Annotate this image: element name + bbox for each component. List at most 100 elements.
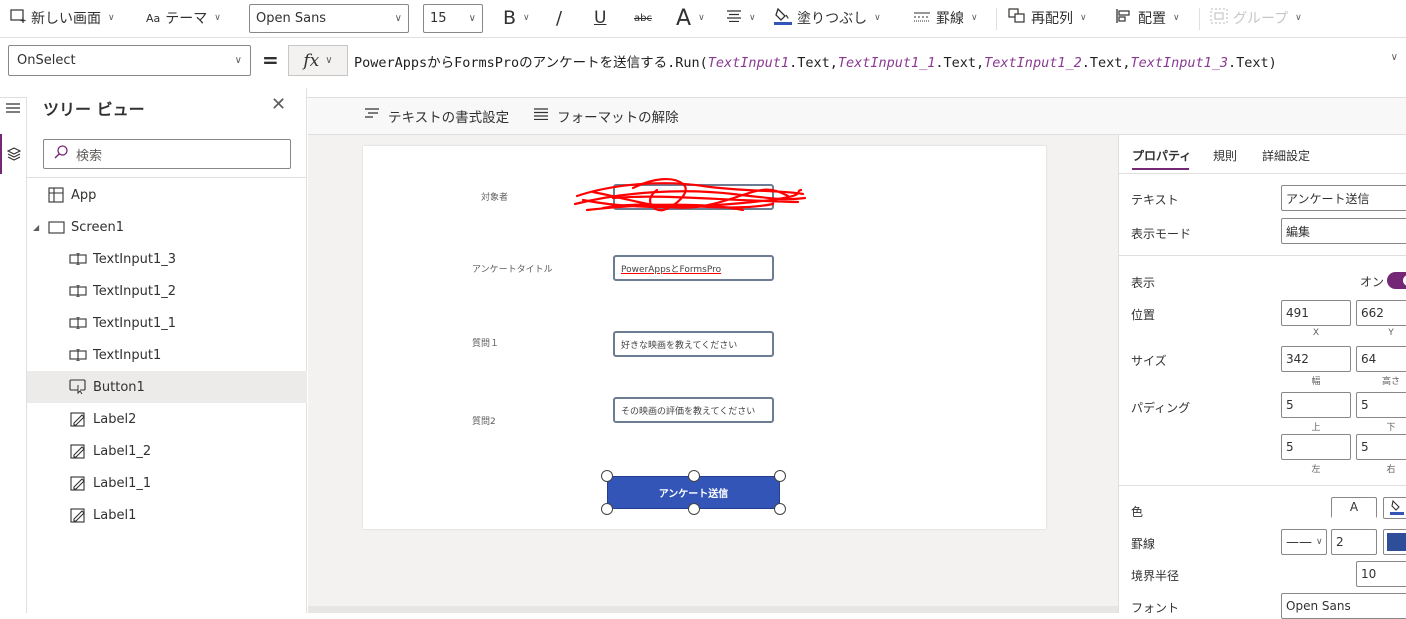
tree-search-input[interactable]: 検索 [43,139,291,169]
text-input-icon [69,283,87,299]
padding-bottom-input[interactable]: 5 [1356,392,1406,418]
border-color-button[interactable] [1383,529,1406,555]
color-label: 色 [1131,505,1144,519]
formula-arg-tail: .Text, [935,55,985,71]
border-radius-input[interactable]: 10 [1356,561,1406,587]
section-divider [1119,485,1406,486]
fill-color-button[interactable] [1383,497,1406,519]
tree-item-label: TextInput1_1 [93,315,176,331]
layers-icon[interactable] [0,134,26,174]
tree-item-label: TextInput1_3 [93,251,176,267]
fill-button[interactable]: 塗りつぶし ∨ [774,0,881,36]
theme-button[interactable]: Aa テーマ ∨ [146,0,221,36]
left-caption: 左 [1311,465,1321,475]
strikethrough-button[interactable]: abc [634,0,652,36]
tree-item-label1-2[interactable]: Label1_2 [27,435,307,467]
chevron-down-icon: ∨ [698,13,705,23]
survey-title-input[interactable]: PowerAppsとFormsPro [613,255,774,281]
position-y-input[interactable]: 662 [1356,300,1406,326]
resize-handle[interactable] [688,470,700,482]
question2-input[interactable]: その映画の評価を教えてください [613,397,774,423]
border-label: 罫線 [936,11,964,27]
survey-title-label: アンケートタイトル [472,265,553,275]
button-icon [69,379,87,395]
padding-right-input[interactable]: 5 [1356,434,1406,460]
display-mode-select[interactable]: 編集 [1281,218,1406,244]
screen-artboard[interactable]: 対象者 アンケートタイトル PowerAppsとFormsPro 質問１ 好きな… [363,146,1046,529]
tree-item-textinput1-1[interactable]: TextInput1_1 [27,307,307,339]
question2-label: 質問2 [472,417,496,427]
right-caption: 右 [1386,465,1396,475]
resize-handle[interactable] [601,503,613,515]
fx-button[interactable]: fx ∨ [288,45,348,76]
tree-item-textinput1-2[interactable]: TextInput1_2 [27,275,307,307]
fx-icon: fx [303,50,320,71]
tree-item-screen1[interactable]: ◢ Screen1 [27,211,307,243]
tree-item-textinput1[interactable]: TextInput1 [27,339,307,371]
fill-bucket-icon [774,6,792,30]
resize-handle[interactable] [601,470,613,482]
visible-toggle[interactable] [1387,272,1406,289]
font-family-select[interactable]: Open Sans ∨ [249,4,409,33]
command-toolbar: 新しい画面 ∨ Aa テーマ ∨ Open Sans ∨ 15 ∨ B ∨ / … [0,0,1406,38]
resize-handle[interactable] [688,503,700,515]
reorder-button[interactable]: 再配列 ∨ [1008,0,1087,36]
width-input[interactable]: 342 [1281,346,1351,372]
tab-properties[interactable]: プロパティ [1132,147,1191,164]
format-text-button[interactable]: テキストの書式設定 [364,106,509,126]
search-placeholder: 検索 [76,148,103,164]
italic-button[interactable]: / [556,0,562,36]
tab-divider [1119,173,1406,174]
position-x-input[interactable]: 491 [1281,300,1351,326]
tree-item-label1-1[interactable]: Label1_1 [27,467,307,499]
formula-arg: TextInput1_2 [984,55,1082,71]
font-color-button[interactable]: A ∨ [676,0,705,36]
padding-left-input[interactable]: 5 [1281,434,1351,460]
close-icon[interactable]: ✕ [271,94,286,115]
width-caption: 幅 [1311,377,1321,387]
group-button[interactable]: グループ ∨ [1210,0,1302,36]
border-color-swatch [1387,533,1406,551]
border-width-input[interactable]: 2 [1331,529,1377,555]
font-select[interactable]: Open Sans [1281,593,1406,619]
new-screen-button[interactable]: 新しい画面 ∨ [10,0,115,36]
top-caption: 上 [1311,423,1321,433]
caret-expanded-icon[interactable]: ◢ [33,223,47,232]
tree-item-label: Label1_1 [93,475,152,491]
bold-button[interactable]: B ∨ [503,0,530,36]
resize-handle[interactable] [774,503,786,515]
border-button[interactable]: 罫線 ∨ [913,0,978,36]
chevron-down-icon: ∨ [468,13,476,24]
border-style-select[interactable]: —— ∨ [1281,529,1327,555]
tree-item-label2[interactable]: Label2 [27,403,307,435]
formula-arg: TextInput1_3 [1130,55,1229,71]
remove-format-button[interactable]: フォーマットの解除 [533,106,679,126]
formula-input[interactable]: PowerAppsからFormsProのアンケートを送信する.Run(TextI… [354,51,1277,71]
tab-rules[interactable]: 規則 [1213,147,1237,164]
resize-handle[interactable] [774,470,786,482]
formula-arg: TextInput1_1 [837,55,936,71]
tree-item-label1[interactable]: Label1 [27,499,307,531]
hamburger-menu-icon[interactable] [0,100,26,116]
height-input[interactable]: 64 [1356,346,1406,372]
chevron-down-icon: ∨ [325,55,333,66]
tab-advanced[interactable]: 詳細設定 [1262,147,1310,164]
tree-item-button1[interactable]: Button1 [27,371,307,403]
chevron-down-icon: ∨ [523,13,530,23]
font-family-value: Open Sans [256,11,327,26]
tree-item-app[interactable]: App [27,179,307,211]
align-button[interactable]: 配置 ∨ [1115,0,1180,36]
text-align-button[interactable]: ∨ [726,0,756,36]
tree-item-textinput1-3[interactable]: TextInput1_3 [27,243,307,275]
property-select[interactable]: OnSelect ∨ [8,45,251,76]
text-property-input[interactable]: アンケート送信 [1281,185,1406,211]
size-label: サイズ [1131,354,1167,368]
question1-input[interactable]: 好きな映画を教えてください [613,331,774,357]
font-size-select[interactable]: 15 ∨ [423,4,483,33]
padding-top-input[interactable]: 5 [1281,392,1351,418]
canvas-area: テキストの書式設定 フォーマットの解除 対象者 アンケートタイトル PowerA… [308,98,1406,613]
strikethrough-icon: abc [634,12,652,24]
expand-formula-icon[interactable]: ∨ [1391,52,1398,63]
underline-button[interactable]: U [594,0,606,36]
text-color-button[interactable]: A [1331,497,1377,519]
